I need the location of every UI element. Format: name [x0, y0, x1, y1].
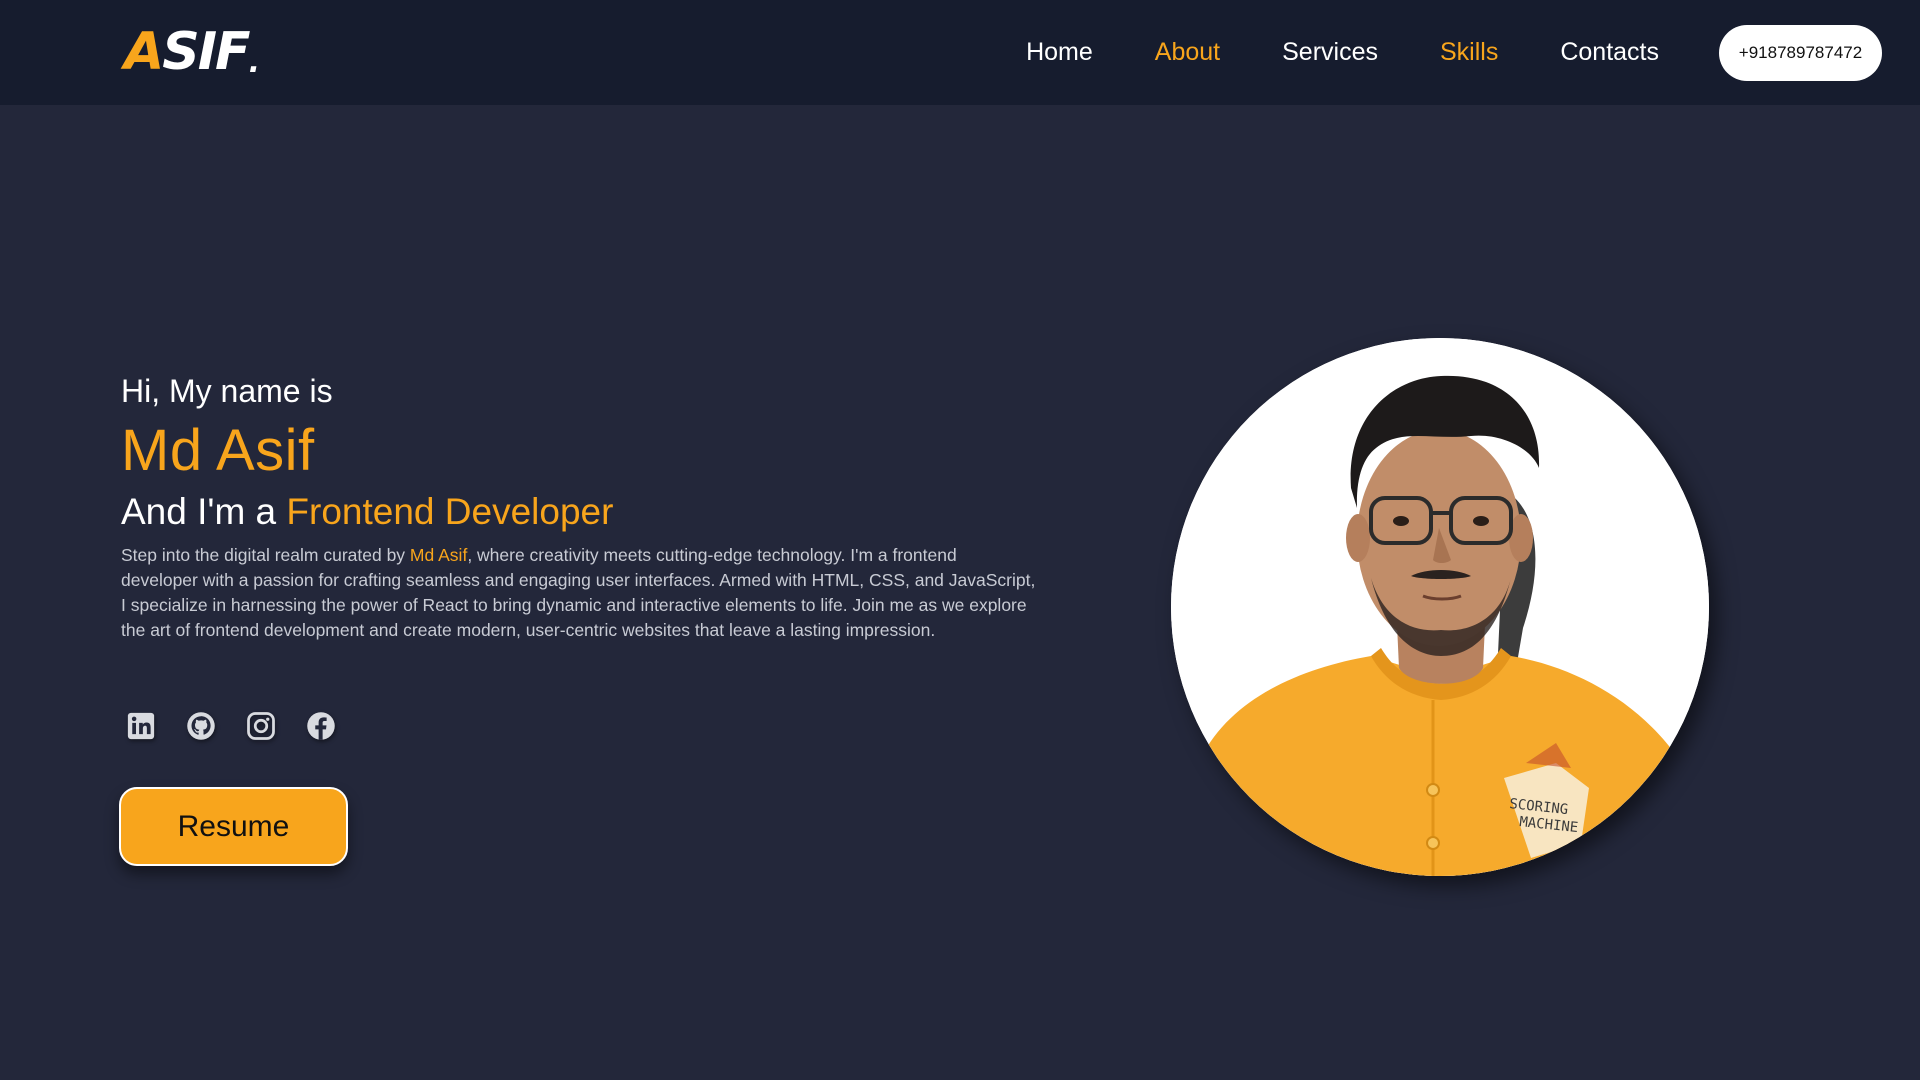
profile-photo: SCORING MACHINE	[1171, 338, 1709, 876]
role-prefix: And I'm a	[121, 491, 287, 533]
nav-link-skills[interactable]: Skills	[1440, 38, 1498, 67]
hero-name: Md Asif	[121, 418, 315, 484]
social-links	[124, 709, 364, 743]
logo[interactable]: A SIF.	[124, 22, 260, 82]
nav-link-about[interactable]: About	[1155, 38, 1220, 67]
hero-role: And I'm a Frontend Developer	[121, 489, 1041, 535]
resume-button[interactable]: Resume	[119, 787, 348, 866]
nav-link-contacts[interactable]: Contacts	[1560, 38, 1659, 67]
profile-portrait-illustration: SCORING MACHINE	[1171, 338, 1709, 876]
phone-button[interactable]: +918789787472	[1719, 24, 1882, 81]
nav-links: Home About Services Skills Contacts +918…	[964, 0, 1920, 105]
nav-link-services[interactable]: Services	[1282, 38, 1378, 67]
nav-link-home[interactable]: Home	[1026, 38, 1093, 67]
logo-first-letter: A	[124, 22, 164, 82]
logo-dot: .	[248, 45, 260, 80]
facebook-icon[interactable]	[304, 709, 338, 743]
intro-paragraph: Step into the digital realm curated by M…	[121, 543, 1036, 643]
linkedin-icon[interactable]	[124, 709, 158, 743]
navbar: A SIF. Home About Services Skills Contact…	[0, 0, 1920, 105]
logo-rest: SIF	[162, 22, 250, 82]
instagram-icon[interactable]	[244, 709, 278, 743]
hero-text: Hi, My name is Md Asif And I'm a Fronten…	[121, 372, 1041, 643]
role-highlight: Frontend Developer	[286, 491, 614, 533]
intro-name: Md Asif	[409, 545, 468, 566]
intro-before: Step into the digital realm curated by	[121, 545, 410, 566]
greeting: Hi, My name is	[121, 373, 333, 409]
github-icon[interactable]	[184, 709, 218, 743]
